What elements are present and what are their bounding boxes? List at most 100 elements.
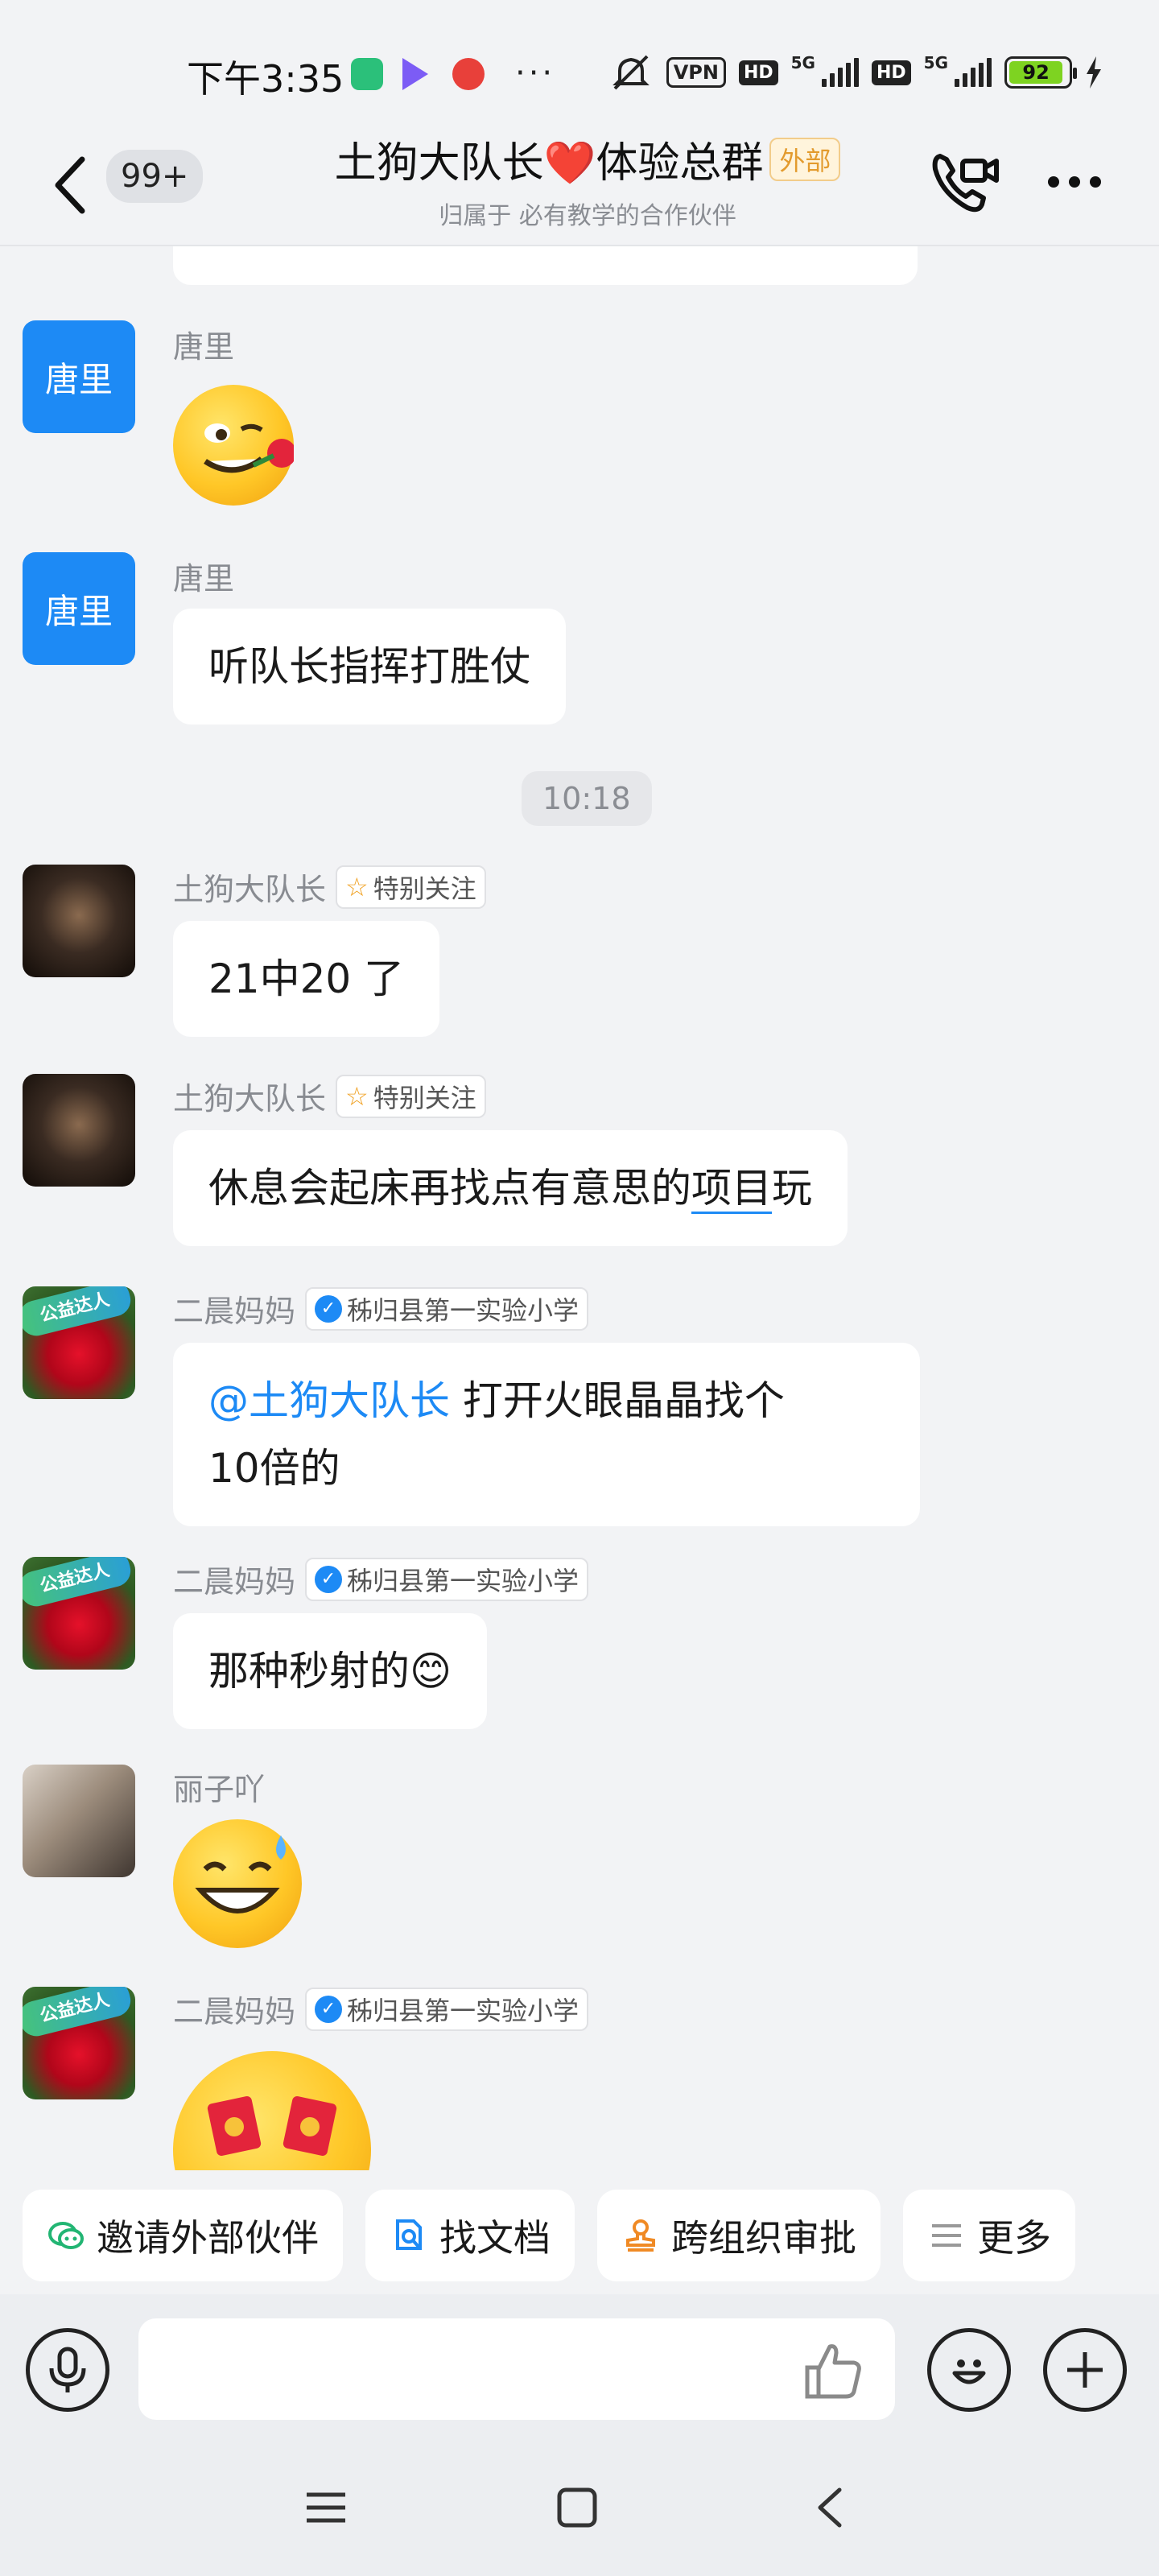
sender-name-row: 唐里 <box>173 322 234 366</box>
avatar[interactable] <box>23 865 135 977</box>
avatar-badge: 公益达人 <box>23 1286 134 1340</box>
cross-org-approval-button[interactable]: 跨组织审批 <box>597 2190 881 2281</box>
red-envelope-eyes-emoji[interactable] <box>173 2051 371 2170</box>
home-square-icon <box>557 2487 597 2528</box>
add-attachment-button[interactable] <box>1043 2328 1127 2412</box>
approval-stamp-icon <box>626 2219 655 2252</box>
play-app-icon <box>402 58 428 90</box>
video-call-icon[interactable] <box>926 145 1000 219</box>
back-arrow-icon[interactable] <box>47 153 95 217</box>
invite-partner-button[interactable]: 邀请外部伙伴 <box>23 2190 343 2281</box>
message-input-bar <box>0 2294 1159 2431</box>
battery-level: 92 <box>1009 61 1063 84</box>
grinning-sweat-emoji[interactable] <box>173 1819 302 1948</box>
status-time: 下午3:35 <box>187 57 344 101</box>
sender-name: 丽子吖 <box>173 1772 266 1807</box>
voice-input-button[interactable] <box>26 2328 109 2412</box>
message-bubble[interactable]: @土狗大队长 打开火眼晶晶找个 10倍的 <box>173 1343 920 1526</box>
back-chevron-icon <box>818 2487 842 2528</box>
message-text: 打开火眼晶晶找个 <box>450 1377 785 1424</box>
avatar[interactable] <box>23 1074 135 1187</box>
quick-action-label: 跨组织审批 <box>671 2216 856 2260</box>
chat-title-block[interactable]: 土狗大队长❤️体验总群 外部 归属于 必有教学的合作伙伴 <box>306 129 869 231</box>
avatar[interactable]: 公益达人 <box>23 1987 135 2099</box>
star-icon: ☆ <box>345 1080 369 1112</box>
status-indicators: VPN HD 5G HD 5G 92 <box>608 53 1103 92</box>
sender-name-row: 土狗大队长 ☆ 特别关注 <box>173 865 486 909</box>
timestamp-divider: 10:18 <box>522 771 652 826</box>
signal-icon-2 <box>955 58 992 87</box>
quick-action-label: 邀请外部伙伴 <box>97 2216 319 2260</box>
more-options-button[interactable] <box>1038 145 1111 219</box>
organization-tag: ✓ 秭归县第一实验小学 <box>305 1286 589 1331</box>
message-text-input[interactable] <box>138 2318 895 2420</box>
hd-icon: HD <box>738 60 778 85</box>
message-text: 休息会起床再找点有意思的 <box>208 1165 691 1212</box>
external-tag: 外部 <box>769 137 841 181</box>
unread-count-badge[interactable]: 99+ <box>106 150 204 203</box>
quick-action-label: 更多 <box>977 2216 1051 2260</box>
microphone-icon <box>49 2347 86 2392</box>
sender-name: 二晨妈妈 <box>173 1294 296 1329</box>
star-icon: ☆ <box>345 871 369 902</box>
avatar[interactable]: 公益达人 <box>23 1286 135 1399</box>
sender-name: 二晨妈妈 <box>173 1564 296 1600</box>
sender-name-row: 二晨妈妈 ✓ 秭归县第一实验小学 <box>173 1987 589 2031</box>
vpn-icon: VPN <box>666 57 726 88</box>
hd-icon-2: HD <box>871 60 911 85</box>
message-text-tail: 玩 <box>772 1165 812 1212</box>
menu-nav-button[interactable] <box>298 2479 354 2536</box>
avatar[interactable]: 公益达人 <box>23 1557 135 1670</box>
avatar[interactable]: 唐里 <box>23 320 135 433</box>
avatar-badge: 公益达人 <box>23 1987 134 2040</box>
chat-header: 99+ 土狗大队长❤️体验总群 外部 归属于 必有教学的合作伙伴 <box>0 121 1159 242</box>
home-nav-button[interactable] <box>549 2479 605 2536</box>
more-actions-button[interactable]: 更多 <box>903 2190 1075 2281</box>
find-doc-button[interactable]: 找文档 <box>365 2190 575 2281</box>
sender-name: 二晨妈妈 <box>173 1994 296 2029</box>
quick-action-label: 找文档 <box>439 2216 551 2260</box>
avatar[interactable]: 唐里 <box>23 552 135 665</box>
avatar[interactable] <box>23 1765 135 1877</box>
mention-link[interactable]: @土狗大队长 <box>208 1377 450 1424</box>
sender-name-row: 二晨妈妈 ✓ 秭归县第一实验小学 <box>173 1557 589 1601</box>
thumbs-up-icon[interactable] <box>801 2339 865 2403</box>
invite-partner-icon <box>48 2222 84 2249</box>
sender-name-row: 唐里 <box>173 554 234 598</box>
sender-name: 土狗大队长 <box>173 872 327 907</box>
message-list[interactable]: 唐里 唐里 唐里 唐里 听队长指挥打胜仗 10:18 土狗大队长 ☆ 特别关注 2… <box>0 246 1159 2170</box>
message-bubble[interactable]: 21中20 了 <box>173 921 440 1037</box>
shield-app-icon <box>351 58 383 90</box>
find-doc-icon <box>396 2219 422 2250</box>
system-navigation-bar <box>0 2431 1159 2576</box>
sender-name: 唐里 <box>173 561 235 597</box>
sender-name: 土狗大队长 <box>173 1081 327 1117</box>
plus-icon <box>1067 2352 1103 2388</box>
chat-subtitle: 归属于 必有教学的合作伙伴 <box>439 202 736 230</box>
smiley-icon <box>952 2359 986 2384</box>
sender-name-row: 二晨妈妈 ✓ 秭归县第一实验小学 <box>173 1286 589 1331</box>
rose-in-mouth-emoji[interactable] <box>173 385 296 506</box>
avatar-badge: 公益达人 <box>23 1557 134 1610</box>
organization-tag: ✓ 秭归县第一实验小学 <box>305 1987 589 2031</box>
menu-icon <box>307 2492 345 2523</box>
5g-label-2: 5G <box>923 53 948 72</box>
previous-message-bubble[interactable] <box>173 246 918 285</box>
organization-tag: ✓ 秭归县第一实验小学 <box>305 1557 589 1601</box>
5g-label: 5G <box>790 53 815 72</box>
special-follow-tag: ☆ 特别关注 <box>336 865 486 909</box>
message-bubble[interactable]: 那种秒射的😊 <box>173 1613 488 1729</box>
more-notifications-icon: ··· <box>515 55 556 92</box>
sender-name-row: 丽子吖 <box>173 1765 265 1809</box>
battery-icon: 92 <box>1004 56 1077 89</box>
emoji-button[interactable] <box>927 2328 1011 2412</box>
back-nav-button[interactable] <box>802 2479 858 2536</box>
sender-name-row: 土狗大队长 ☆ 特别关注 <box>173 1074 486 1118</box>
sender-name: 唐里 <box>173 329 235 365</box>
message-bubble[interactable]: 休息会起床再找点有意思的项目玩 <box>173 1130 848 1246</box>
special-follow-tag: ☆ 特别关注 <box>336 1074 486 1118</box>
message-bubble[interactable]: 听队长指挥打胜仗 <box>173 609 566 724</box>
charging-icon <box>1087 56 1101 89</box>
underlined-keyword[interactable]: 项目 <box>691 1165 772 1214</box>
chat-title: 土狗大队长❤️体验总群 <box>334 139 764 188</box>
